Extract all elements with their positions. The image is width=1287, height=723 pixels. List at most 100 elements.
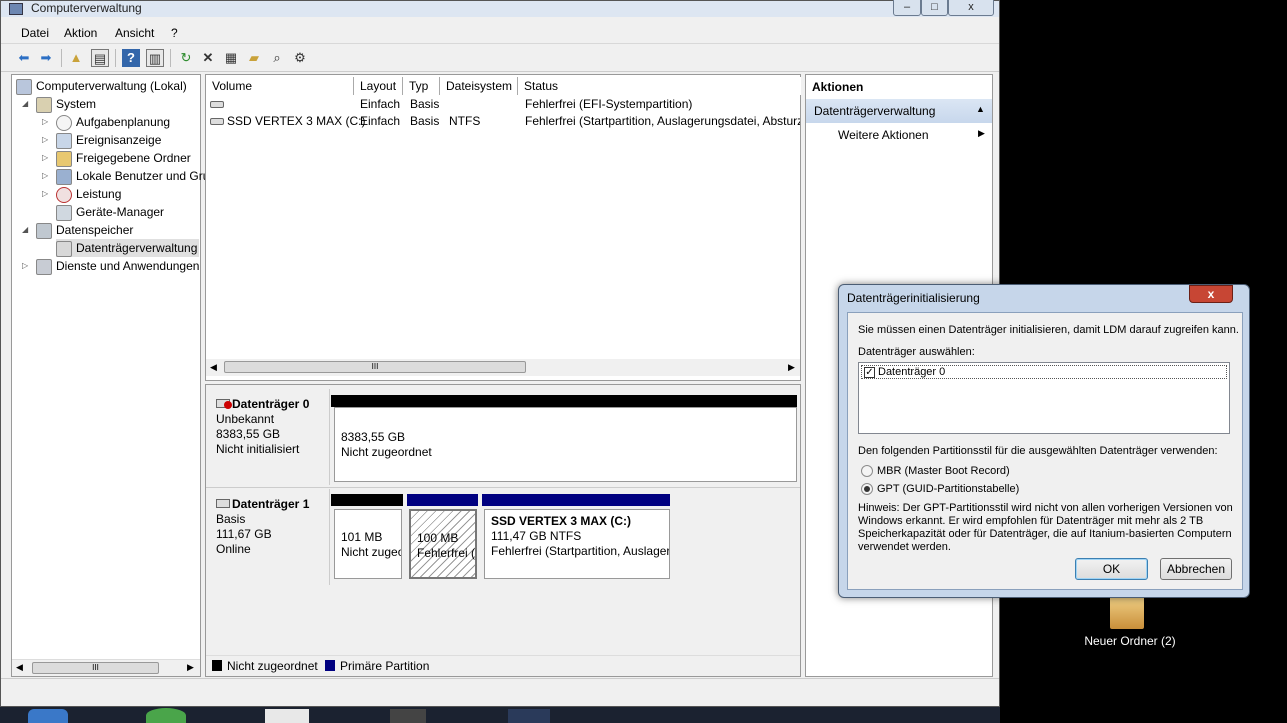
storage-icon <box>36 222 52 239</box>
volume-layout: Einfach <box>360 114 401 128</box>
disk-1-label[interactable]: Datenträger 1 Basis 111,67 GB Online <box>208 489 330 585</box>
collapse-icon[interactable]: ◢ <box>22 221 32 239</box>
volume-fs: NTFS <box>449 114 481 128</box>
tree-item-label: Lokale Benutzer und Gru <box>76 169 210 183</box>
minimize-button[interactable]: – <box>893 0 921 16</box>
tree-item-label: Leistung <box>76 187 122 201</box>
column-dateisystem[interactable]: Dateisystem <box>440 77 518 95</box>
settings-icon[interactable]: ⚙ <box>291 49 309 67</box>
partition-title: SSD VERTEX 3 MAX (C:) <box>491 514 632 528</box>
menu-bar: Datei Aktion Ansicht ? <box>1 23 999 44</box>
tree-item-datentraegerverwaltung[interactable]: Datenträgerverwaltung <box>56 239 200 257</box>
column-volume[interactable]: Volume <box>206 77 354 95</box>
tree-item-datenspeicher[interactable]: ◢ Datenspeicher <box>22 221 133 239</box>
help-icon[interactable]: ? <box>122 49 140 67</box>
tree-horizontal-scrollbar[interactable]: ◀ III ▶ <box>12 659 200 676</box>
maximize-button[interactable]: □ <box>921 0 948 16</box>
scroll-left-icon[interactable]: ◀ <box>210 362 217 373</box>
column-typ[interactable]: Typ <box>403 77 440 95</box>
taskbar-window-icon[interactable] <box>265 709 309 723</box>
more-actions-item[interactable]: Weitere Aktionen ▶ <box>806 125 992 145</box>
search-icon[interactable]: ⌕ <box>268 49 286 67</box>
table-row[interactable]: SSD VERTEX 3 MAX (C:) Einfach Basis NTFS… <box>206 113 800 130</box>
menu-aktion[interactable]: Aktion <box>64 26 97 40</box>
disk-0-partition[interactable]: 8383,55 GB Nicht zugeordnet <box>334 407 797 482</box>
disk-1-partition-1[interactable]: 101 MB Nicht zugeo <box>334 509 402 579</box>
disk-checkbox[interactable]: ✓ <box>864 367 875 378</box>
dialog-close-button[interactable]: x <box>1189 285 1233 303</box>
tree-item-ereignisanzeige[interactable]: ▷ Ereignisanzeige <box>42 131 161 149</box>
collapse-icon[interactable]: ◢ <box>22 95 32 113</box>
tree-item-aufgabenplanung[interactable]: ▷ Aufgabenplanung <box>42 113 170 131</box>
up-folder-icon[interactable]: ▲ <box>67 49 85 67</box>
tree-item-system[interactable]: ◢ System <box>22 95 96 113</box>
folder-icon[interactable] <box>1110 595 1144 629</box>
disk-1-partition-2[interactable]: 100 MB Fehlerfrei (E <box>409 509 477 579</box>
tree-item-geraete-manager[interactable]: Geräte-Manager <box>56 203 164 221</box>
tree-item-dienste[interactable]: ▷ Dienste und Anwendungen <box>22 257 199 275</box>
close-button[interactable]: x <box>948 0 994 16</box>
show-hide-tree-icon[interactable]: ▤ <box>91 49 109 67</box>
menu-help[interactable]: ? <box>171 26 178 40</box>
cancel-button[interactable]: Abbrechen <box>1160 558 1232 580</box>
scroll-thumb[interactable]: III <box>32 662 159 674</box>
desktop-folder-label[interactable]: Neuer Ordner (2) <box>1075 634 1185 648</box>
partition-status: Fehlerfrei (Startpartition, Auslager <box>491 544 670 558</box>
scroll-left-icon[interactable]: ◀ <box>16 662 23 673</box>
submenu-arrow-icon: ▶ <box>978 128 985 138</box>
back-icon[interactable]: ⬅ <box>15 49 33 67</box>
actions-section[interactable]: Datenträgerverwaltung ▲ <box>806 99 992 123</box>
tree-item-leistung[interactable]: ▷ Leistung <box>42 185 122 203</box>
tree-root[interactable]: Computerverwaltung (Lokal) <box>16 77 187 95</box>
taskbar-app3-icon[interactable] <box>508 709 550 723</box>
menu-datei[interactable]: Datei <box>21 26 49 40</box>
expand-icon[interactable]: ▷ <box>42 167 52 185</box>
dialog-title: Datenträgerinitialisierung <box>847 291 980 305</box>
expand-icon[interactable]: ▷ <box>42 149 52 167</box>
chrome-icon[interactable] <box>146 708 186 723</box>
disk-1-partition-3[interactable]: SSD VERTEX 3 MAX (C:) 111,47 GB NTFS Feh… <box>484 509 670 579</box>
menu-ansicht[interactable]: Ansicht <box>115 26 154 40</box>
open-icon[interactable]: ▰ <box>245 49 263 67</box>
table-row[interactable]: Einfach Basis Fehlerfrei (EFI-Systempart… <box>206 96 800 113</box>
taskbar-app2-icon[interactable] <box>390 709 426 723</box>
select-disk-label: Datenträger auswählen: <box>858 346 975 358</box>
tree-item-lokale-benutzer[interactable]: ▷ Lokale Benutzer und Gru <box>42 167 210 185</box>
disk-0-label[interactable]: Datenträger 0 Unbekannt 8383,55 GB Nicht… <box>208 389 330 485</box>
ok-button[interactable]: OK <box>1075 558 1148 580</box>
collapse-up-icon[interactable]: ▲ <box>976 104 985 114</box>
properties-icon[interactable]: ▦ <box>222 49 240 67</box>
disk-0-name: Datenträger 0 <box>232 397 310 411</box>
delete-icon[interactable]: ✕ <box>199 49 217 67</box>
scroll-thumb[interactable]: III <box>224 361 526 373</box>
partition-3-bar <box>482 494 670 506</box>
dialog-intro: Sie müssen einen Datenträger initialisie… <box>858 324 1239 336</box>
title-bar[interactable]: Computerverwaltung – □ x <box>1 0 999 17</box>
volume-horizontal-scrollbar[interactable]: ◀ III ▶ <box>206 359 800 376</box>
expand-icon[interactable]: ▷ <box>42 113 52 131</box>
disk-icon <box>216 499 230 508</box>
tree-root-label: Computerverwaltung (Lokal) <box>36 79 187 93</box>
scroll-right-icon[interactable]: ▶ <box>187 662 194 673</box>
taskbar-app-icon[interactable] <box>28 709 68 723</box>
disk-list-item[interactable]: ✓ Datenträger 0 <box>861 365 1227 379</box>
refresh-icon[interactable]: ↻ <box>177 49 195 67</box>
expand-icon[interactable]: ▷ <box>42 185 52 203</box>
tree-item-freigegebene-ordner[interactable]: ▷ Freigegebene Ordner <box>42 149 191 167</box>
disk-warning-icon <box>216 399 232 409</box>
expand-icon[interactable]: ▷ <box>22 257 32 275</box>
gpt-radio[interactable] <box>861 483 873 495</box>
mbr-radio[interactable] <box>861 465 873 477</box>
expand-icon[interactable]: ▷ <box>42 131 52 149</box>
column-status[interactable]: Status <box>518 77 801 95</box>
gpt-label[interactable]: GPT (GUID-Partitionstabelle) <box>877 483 1019 496</box>
partition-size: 100 MB <box>417 531 459 545</box>
volume-status: Fehlerfrei (Startpartition, Auslagerungs… <box>525 114 800 128</box>
scroll-right-icon[interactable]: ▶ <box>788 362 795 373</box>
clock-icon <box>56 114 72 131</box>
partition-size: 111,47 GB NTFS <box>491 529 582 543</box>
mbr-label[interactable]: MBR (Master Boot Record) <box>877 465 1010 478</box>
properties-pane-icon[interactable]: ▥ <box>146 49 164 67</box>
forward-icon[interactable]: ➡ <box>37 49 55 67</box>
column-layout[interactable]: Layout <box>354 77 403 95</box>
